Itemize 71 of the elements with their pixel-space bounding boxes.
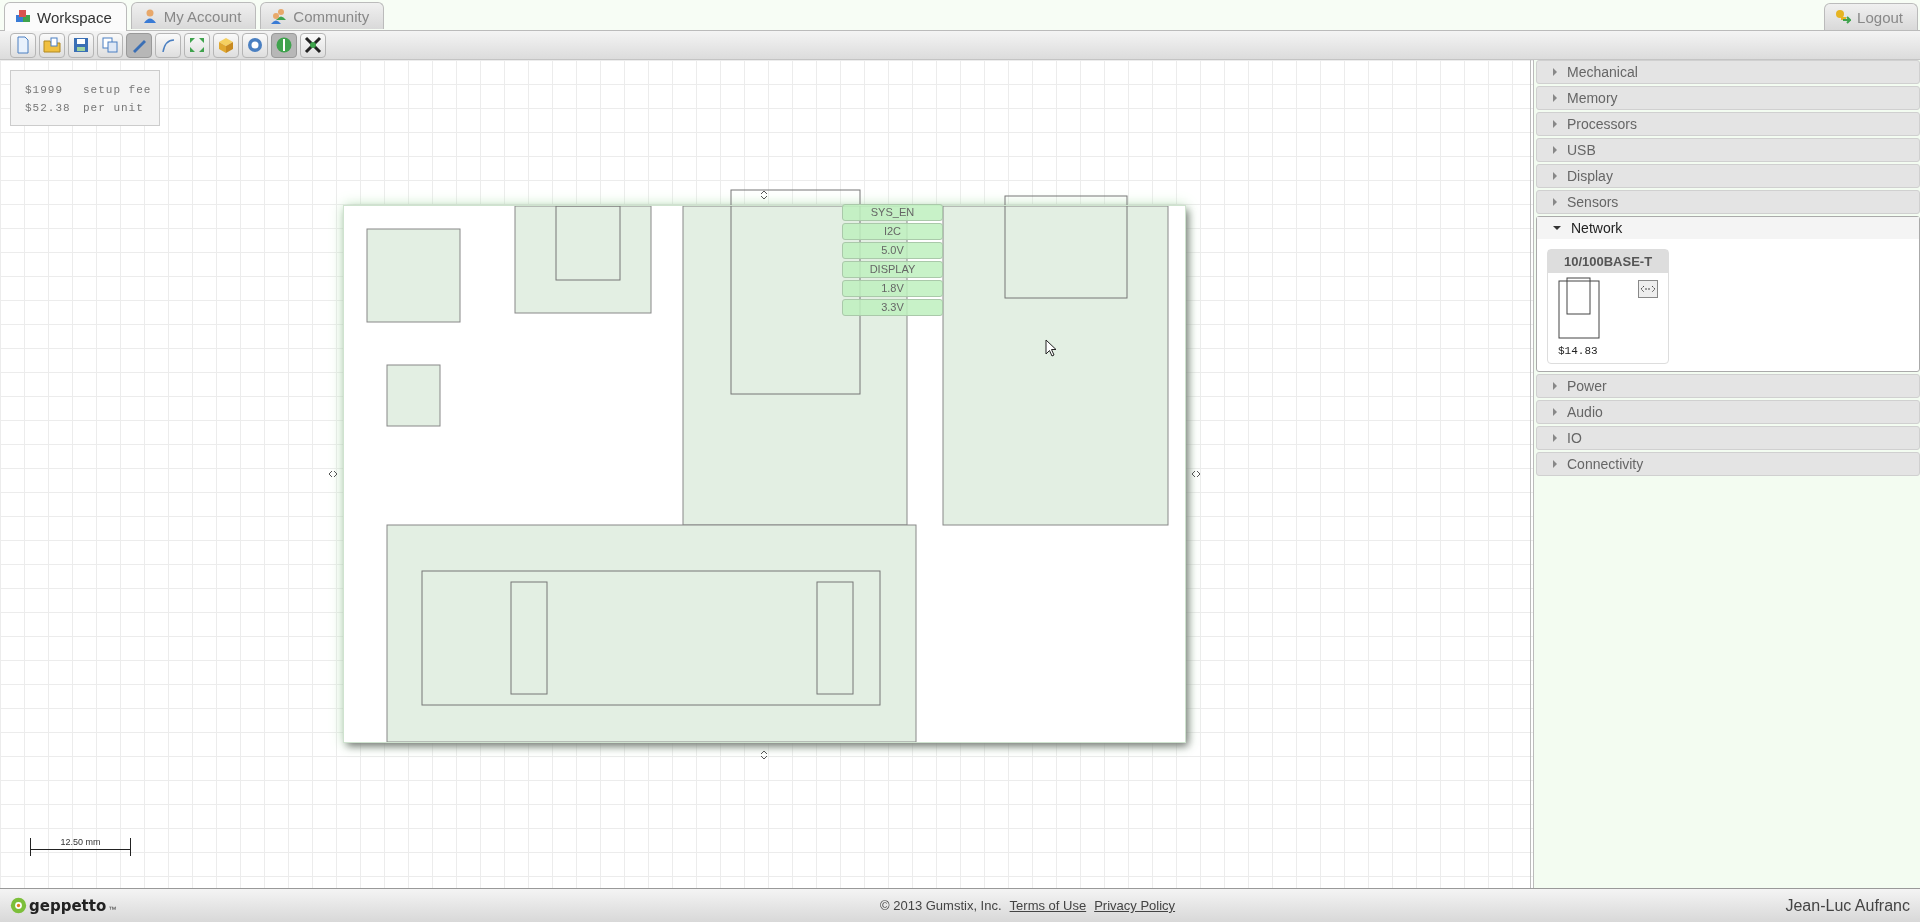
user-name: Jean-Luc Aufranc: [1785, 896, 1910, 915]
new-file-icon: [14, 36, 32, 54]
resize-handle-icon[interactable]: [1191, 469, 1201, 479]
category-header[interactable]: Connectivity: [1537, 453, 1919, 475]
expand-icon: [188, 36, 206, 54]
caret-icon: [1553, 226, 1561, 230]
connector-label[interactable]: 5.0V: [842, 242, 943, 259]
category-header[interactable]: Memory: [1537, 87, 1919, 109]
copyright: © 2013 Gumstix, Inc.: [880, 898, 1002, 913]
setup-label: setup fee: [83, 83, 152, 98]
caret-icon: [1553, 94, 1557, 102]
module-card[interactable]: 10/100BASE-T $14.83: [1547, 249, 1669, 364]
people-icon: [271, 8, 288, 24]
category-header[interactable]: USB: [1537, 139, 1919, 161]
module-price: $14.83: [1557, 344, 1599, 359]
resize-handle-icon[interactable]: [328, 469, 338, 479]
tab[interactable]: My Account: [130, 2, 257, 29]
logout-button[interactable]: Logout: [1824, 3, 1918, 30]
caret-icon: [1553, 146, 1557, 154]
cubes-icon: [15, 9, 31, 25]
component[interactable]: [386, 524, 917, 743]
unit-price: $52.38: [25, 101, 72, 116]
mouse-pointer-icon: [1045, 339, 1057, 357]
resize-handle-icon[interactable]: [759, 190, 769, 200]
open-folder-icon: [43, 36, 61, 54]
category-header[interactable]: Sensors: [1537, 191, 1919, 213]
category-header[interactable]: Display: [1537, 165, 1919, 187]
setup-price: $1999: [25, 83, 64, 98]
category-header[interactable]: Audio: [1537, 401, 1919, 423]
connector-icon: [1638, 280, 1658, 298]
cube-icon: [217, 36, 235, 54]
category-header[interactable]: Network: [1537, 217, 1919, 239]
category-header[interactable]: IO: [1537, 427, 1919, 449]
tab[interactable]: Workspace: [4, 2, 127, 31]
curve-icon: [159, 36, 177, 54]
tab[interactable]: Community: [260, 2, 385, 29]
footer-link[interactable]: Terms of Use: [1009, 898, 1087, 913]
resize-handle-icon[interactable]: [759, 750, 769, 760]
caret-icon: [1553, 68, 1557, 76]
caret-icon: [1553, 172, 1557, 180]
component[interactable]: [514, 205, 652, 314]
trademark: ™: [108, 904, 117, 914]
module-name: 10/100BASE-T: [1548, 250, 1668, 273]
scale-label: 12.50 mm: [59, 837, 102, 847]
component[interactable]: [942, 195, 1169, 526]
key-icon: [1835, 9, 1852, 25]
category-header[interactable]: Processors: [1537, 113, 1919, 135]
component[interactable]: [366, 228, 461, 323]
toolbar-button[interactable]: [300, 32, 326, 58]
connector-label[interactable]: SYS_EN: [842, 204, 943, 221]
copy-icon: [101, 36, 119, 54]
caret-icon: [1553, 460, 1557, 468]
save-icon: [72, 36, 90, 54]
caret-icon: [1553, 434, 1557, 442]
footer-link[interactable]: Privacy Policy: [1094, 898, 1176, 913]
connector-label[interactable]: DISPLAY: [842, 261, 943, 278]
module-drawing: [1558, 277, 1600, 339]
person-icon: [141, 8, 158, 24]
caret-icon: [1553, 120, 1557, 128]
caret-icon: [1553, 408, 1557, 416]
logo-icon: [10, 897, 27, 914]
caret-icon: [1553, 382, 1557, 390]
connector-label[interactable]: 3.3V: [842, 299, 943, 316]
unit-label: per unit: [83, 101, 144, 116]
caret-icon: [1553, 198, 1557, 206]
logo-text: geppetto: [29, 896, 107, 915]
category-header[interactable]: Power: [1537, 375, 1919, 397]
connector-label[interactable]: I2C: [842, 223, 943, 240]
category-header[interactable]: Mechanical: [1537, 61, 1919, 83]
component[interactable]: [386, 364, 441, 427]
connector-label[interactable]: 1.8V: [842, 280, 943, 297]
